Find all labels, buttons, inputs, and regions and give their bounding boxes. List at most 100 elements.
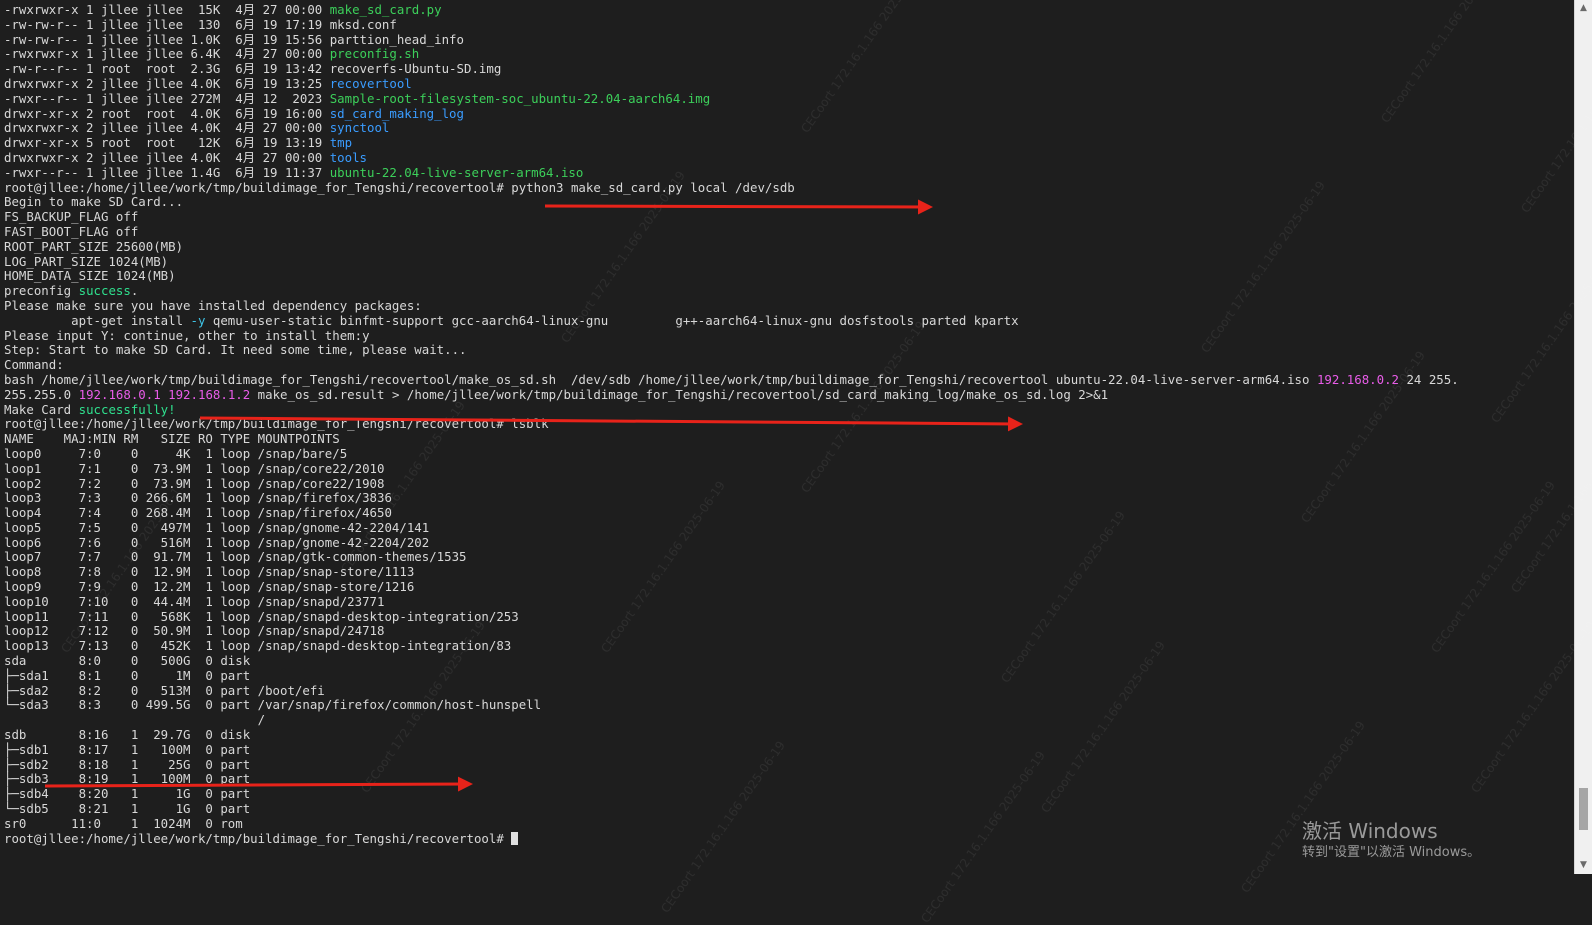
scroll-up-icon[interactable]: ▲ (1575, 0, 1592, 17)
terminal-text: -rwxrwxr-x 1 jllee jllee 15K 4月 27 00:00 (4, 2, 330, 17)
terminal-line: └─sda3 8:3 0 499.5G 0 part /var/snap/fir… (4, 698, 1564, 713)
terminal-line: FS_BACKUP_FLAG off (4, 209, 1564, 225)
terminal-colored-text: 192.168.0.1 (78, 386, 161, 402)
terminal-cursor (511, 831, 519, 845)
terminal-text: LOG_PART_SIZE 1024(MB) (4, 253, 169, 269)
terminal-line: -rw-r--r-- 1 root root 2.3G 6月 19 13:42 … (4, 61, 1564, 77)
terminal-line: HOME_DATA_SIZE 1024(MB) (4, 268, 1564, 284)
terminal-text: ├─sdb3 8:19 1 100M 0 part (4, 771, 251, 787)
terminal-line: NAME MAJ:MIN RM SIZE RO TYPE MOUNTPOINTS (4, 431, 1564, 447)
terminal-colored-text: preconfig.sh (329, 46, 420, 62)
terminal-text: -rw-rw-r-- 1 jllee jllee 1.0K 6月 19 15:5… (4, 31, 464, 47)
terminal-text: 24 255. (1399, 371, 1459, 387)
terminal-text: loop1 7:1 0 73.9M 1 loop /snap/core22/20… (4, 460, 385, 476)
terminal-line: loop5 7:5 0 497M 1 loop /snap/gnome-42-2… (4, 520, 1564, 536)
terminal-line: root@jllee:/home/jllee/work/tmp/buildima… (4, 416, 1564, 432)
terminal-line: ├─sdb4 8:20 1 1G 0 part (4, 786, 1564, 802)
terminal-text: loop10 7:10 0 44.4M 1 loop /snap/snapd/2… (4, 593, 385, 609)
terminal-window[interactable]: -rwxrwxr-x 1 jllee jllee 15K 4月 27 00:00… (0, 0, 1592, 874)
terminal-line: Please make sure you have installed depe… (4, 298, 1564, 314)
terminal-line: drwxrwxr-x 2 jllee jllee 4.0K 4月 27 00:0… (4, 149, 1564, 166)
terminal-line: FAST_BOOT_FLAG off (4, 224, 1564, 240)
terminal-colored-text: ubuntu-22.04-live-server-arm64.iso (329, 164, 584, 180)
terminal-text: ├─sda1 8:1 0 1M 0 part (4, 667, 251, 683)
terminal-text: drwxrwxr-x 2 jllee jllee 4.0K 4月 27 00:0… (4, 120, 330, 136)
terminal-line: drwxrwxr-x 2 jllee jllee 4.0K 4月 27 00:0… (4, 120, 1564, 136)
terminal-colored-text: tmp (329, 135, 353, 151)
terminal-text: FS_BACKUP_FLAG off (4, 209, 139, 225)
terminal-line: loop6 7:6 0 516M 1 loop /snap/gnome-42-2… (4, 534, 1564, 551)
terminal-text: drwxr-xr-x 5 root root 12K 6月 19 13:19 (4, 135, 330, 151)
terminal-text: make_os_sd.result > /home/jllee/work/tmp… (250, 386, 1109, 402)
terminal-text: drwxrwxr-x 2 jllee jllee 4.0K 4月 27 00:0… (4, 149, 330, 165)
scrollbar-thumb[interactable] (1579, 788, 1588, 830)
terminal-text: sdb 8:16 1 29.7G 0 disk (4, 727, 251, 743)
terminal-text: ROOT_PART_SIZE 25600(MB) (4, 238, 184, 254)
terminal-line: -rwxr--r-- 1 jllee jllee 272M 4月 12 2023… (4, 90, 1564, 107)
terminal-line: sdb 8:16 1 29.7G 0 disk (4, 727, 1564, 743)
terminal-text: sr0 11:0 1 1024M 0 rom (4, 815, 243, 831)
terminal-line: root@jllee:/home/jllee/work/tmp/buildima… (4, 179, 1564, 196)
terminal-colored-text: sd_card_making_log (329, 105, 464, 121)
terminal-text: HOME_DATA_SIZE 1024(MB) (4, 268, 176, 284)
terminal-text: loop6 7:6 0 516M 1 loop /snap/gnome-42-2… (4, 534, 430, 550)
terminal-text: -rwxr--r-- 1 jllee jllee 272M 4月 12 2023 (4, 90, 330, 106)
terminal-line: ├─sdb3 8:19 1 100M 0 part (4, 772, 1564, 787)
terminal-text: bash /home/jllee/work/tmp/buildimage_for… (4, 371, 1317, 387)
terminal-line: loop4 7:4 0 268.4M 1 loop /snap/firefox/… (4, 505, 1564, 521)
terminal-line: loop3 7:3 0 266.6M 1 loop /snap/firefox/… (4, 490, 1564, 506)
terminal-line: -rwxrwxr-x 1 jllee jllee 6.4K 4月 27 00:0… (4, 46, 1564, 62)
terminal-text: Command: (4, 357, 64, 373)
terminal-line: loop13 7:13 0 452K 1 loop /snap/snapd-de… (4, 638, 1564, 654)
terminal-line: Begin to make SD Card... (4, 194, 1564, 210)
terminal-text: . (130, 283, 139, 299)
terminal-output[interactable]: -rwxrwxr-x 1 jllee jllee 15K 4月 27 00:00… (4, 2, 1564, 846)
terminal-text: loop3 7:3 0 266.6M 1 loop /snap/firefox/… (4, 490, 392, 506)
terminal-line: drwxrwxr-x 2 jllee jllee 4.0K 6月 19 13:2… (4, 75, 1564, 92)
terminal-line: apt-get install -y qemu-user-static binf… (4, 312, 1564, 329)
scroll-down-icon[interactable]: ▼ (1575, 857, 1592, 874)
terminal-text: Begin to make SD Card... (4, 194, 184, 210)
terminal-text: loop11 7:11 0 568K 1 loop /snap/snapd-de… (4, 608, 519, 624)
activation-subtitle: 转到"设置"以激活 Windows。 (1302, 845, 1481, 860)
vertical-scrollbar[interactable]: ▲ ▼ (1574, 0, 1592, 874)
terminal-text: sda 8:0 0 500G 0 disk (4, 653, 251, 669)
terminal-colored-text: 192.168.0.2 (1316, 371, 1399, 387)
terminal-text: Step: Start to make SD Card. It need som… (4, 342, 467, 358)
terminal-colored-text: -y (190, 312, 206, 328)
terminal-text: loop13 7:13 0 452K 1 loop /snap/snapd-de… (4, 638, 512, 654)
terminal-text: root@jllee:/home/jllee/work/tmp/buildima… (4, 416, 549, 432)
terminal-line: drwxr-xr-x 2 root root 4.0K 6月 19 16:00 … (4, 105, 1564, 122)
terminal-text: root@jllee:/home/jllee/work/tmp/buildima… (4, 179, 795, 195)
terminal-text: loop0 7:0 0 4K 1 loop /snap/bare/5 (4, 445, 348, 461)
activation-title: 激活 Windows (1302, 819, 1438, 843)
terminal-line: ├─sdb2 8:18 1 25G 0 part (4, 756, 1564, 773)
terminal-text: -rwxr--r-- 1 jllee jllee 1.4G 6月 19 11:3… (4, 164, 330, 180)
terminal-line: Step: Start to make SD Card. It need som… (4, 342, 1564, 358)
terminal-text: -rw-rw-r-- 1 jllee jllee 130 6月 19 17:19… (4, 16, 397, 32)
terminal-text: loop12 7:12 0 50.9M 1 loop /snap/snapd/2… (4, 623, 385, 639)
terminal-text: Please input Y: continue, other to insta… (4, 327, 370, 343)
terminal-line: loop7 7:7 0 91.7M 1 loop /snap/gtk-commo… (4, 550, 1564, 565)
terminal-text: └─sda3 8:3 0 499.5G 0 part /var/snap/fir… (4, 697, 542, 713)
terminal-line: loop11 7:11 0 568K 1 loop /snap/snapd-de… (4, 608, 1564, 625)
terminal-text: loop7 7:7 0 91.7M 1 loop /snap/gtk-commo… (4, 549, 467, 565)
terminal-text: NAME MAJ:MIN RM SIZE RO TYPE MOUNTPOINTS (4, 431, 340, 447)
terminal-text: loop8 7:8 0 12.9M 1 loop /snap/snap-stor… (4, 564, 415, 580)
terminal-colored-text: recovertool (329, 75, 412, 91)
terminal-text: preconfig (4, 283, 79, 299)
terminal-colored-text: 192.168.1.2 (168, 386, 251, 402)
terminal-text: ├─sdb2 8:18 1 25G 0 part (4, 756, 251, 772)
terminal-text: loop2 7:2 0 73.9M 1 loop /snap/core22/19… (4, 475, 385, 491)
terminal-line: -rwxr--r-- 1 jllee jllee 1.4G 6月 19 11:3… (4, 164, 1564, 181)
windows-activation-notice: 激活 Windows 转到"设置"以激活 Windows。 (1302, 818, 1480, 862)
terminal-colored-text: tools (329, 149, 368, 165)
terminal-line: loop10 7:10 0 44.4M 1 loop /snap/snapd/2… (4, 593, 1564, 610)
terminal-line: 255.255.0 192.168.0.1 192.168.1.2 make_o… (4, 386, 1564, 403)
terminal-colored-text: success (78, 283, 131, 299)
terminal-line: ├─sdb1 8:17 1 100M 0 part (4, 742, 1564, 758)
terminal-line: ├─sda2 8:2 0 513M 0 part /boot/efi (4, 683, 1564, 699)
terminal-line: loop9 7:9 0 12.2M 1 loop /snap/snap-stor… (4, 579, 1564, 595)
terminal-text: Make Card (4, 401, 79, 417)
terminal-line: -rw-rw-r-- 1 jllee jllee 1.0K 6月 19 15:5… (4, 31, 1564, 48)
